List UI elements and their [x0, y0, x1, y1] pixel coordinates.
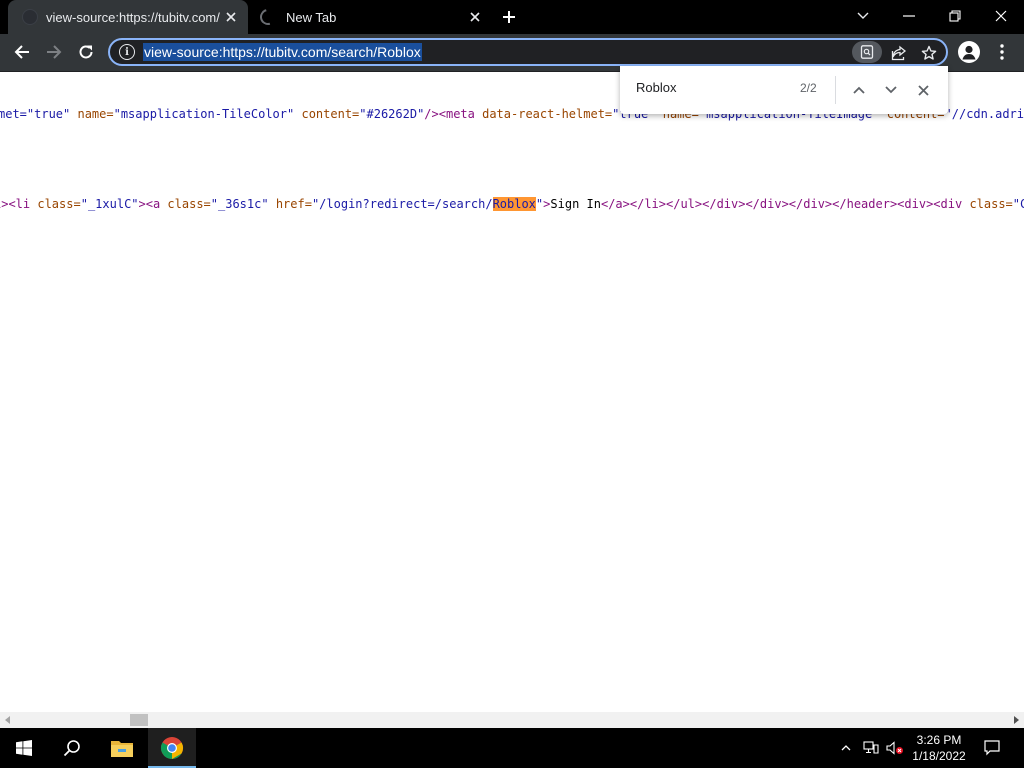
- tab-new-tab[interactable]: New Tab: [250, 0, 486, 34]
- star-icon[interactable]: [918, 42, 940, 64]
- horizontal-scrollbar[interactable]: [0, 712, 1024, 728]
- address-bar[interactable]: i view-source:https://tubitv.com/search/…: [108, 38, 948, 66]
- find-input[interactable]: Roblox: [636, 80, 676, 95]
- source-token: "msapplication-TileColor": [113, 107, 295, 121]
- reload-icon: [79, 45, 93, 59]
- page-search-icon[interactable]: [852, 41, 882, 63]
- close-tab-icon[interactable]: [220, 6, 242, 28]
- restore-button[interactable]: [932, 0, 978, 32]
- loading-spinner-icon: [257, 6, 279, 28]
- source-token: [269, 197, 276, 211]
- tab-title: view-source:https://tubitv.com/search/Ro…: [46, 9, 220, 25]
- source-line: i><li class="_1xulC"><a class="_36s1c" h…: [0, 196, 1024, 212]
- close-icon: [917, 84, 929, 96]
- forward-arrow-icon: [47, 45, 62, 59]
- windows-taskbar: 3:26 PM 1/18/2022: [0, 728, 1024, 768]
- find-bar: Roblox 2/2: [620, 66, 948, 114]
- volume-muted-icon[interactable]: [884, 728, 906, 768]
- find-divider: [835, 76, 836, 104]
- info-icon[interactable]: i: [119, 44, 135, 60]
- source-token: class=: [167, 197, 211, 211]
- source-token: class=: [969, 197, 1013, 211]
- find-previous-button[interactable]: [848, 79, 870, 101]
- scroll-right-arrow-icon[interactable]: [1011, 715, 1021, 725]
- chrome-taskbar-button[interactable]: [148, 728, 196, 768]
- show-hidden-icons-button[interactable]: [836, 728, 856, 768]
- notification-icon: [984, 740, 1000, 756]
- search-button[interactable]: [48, 728, 96, 768]
- source-token: content=: [301, 107, 360, 121]
- clock-time: 3:26 PM: [916, 733, 962, 747]
- taskbar-clock[interactable]: 3:26 PM 1/18/2022: [904, 732, 974, 764]
- tab-strip: view-source:https://tubitv.com/search/Ro…: [0, 0, 1024, 34]
- url-text[interactable]: view-source:https://tubitv.com/search/Ro…: [143, 43, 422, 61]
- source-token: class=: [37, 197, 81, 211]
- close-window-button[interactable]: [978, 0, 1024, 32]
- chevron-up-icon: [841, 745, 851, 751]
- source-token: "_1xulC": [80, 197, 139, 211]
- search-icon: [63, 740, 80, 757]
- source-token: href=: [275, 197, 312, 211]
- source-token: data-react-helmet=: [482, 107, 613, 121]
- tubi-favicon-icon: [22, 9, 38, 25]
- start-button[interactable]: [0, 728, 48, 768]
- tab-search-button[interactable]: [840, 0, 886, 32]
- scrollbar-thumb[interactable]: [130, 714, 148, 726]
- source-token: Sign In: [550, 197, 601, 211]
- back-arrow-icon: [14, 45, 29, 59]
- scroll-left-arrow-icon[interactable]: [3, 715, 13, 725]
- source-token: i><li: [0, 197, 31, 211]
- source-token: name=: [77, 107, 114, 121]
- chrome-icon: [161, 737, 183, 759]
- share-icon[interactable]: [888, 42, 910, 64]
- tab-view-source[interactable]: view-source:https://tubitv.com/search/Ro…: [8, 0, 248, 34]
- folder-icon: [111, 741, 133, 757]
- view-source-content[interactable]: met="true" name="msapplication-TileColor…: [0, 72, 1024, 712]
- source-token: ><a: [138, 197, 168, 211]
- clock-date: 1/18/2022: [912, 749, 966, 763]
- action-center-button[interactable]: [978, 728, 1006, 768]
- find-match-count: 2/2: [800, 81, 817, 95]
- source-token: "#26262D": [359, 107, 425, 121]
- source-token: "//cdn.adrise.tv/tubitv-assets/img/tubi_…: [944, 107, 1024, 121]
- find-next-button[interactable]: [880, 79, 902, 101]
- find-match-highlight: Roblox: [492, 197, 536, 211]
- close-tab-icon[interactable]: [464, 6, 486, 28]
- source-token: met="true": [0, 107, 71, 121]
- profile-icon[interactable]: [958, 41, 980, 63]
- windows-logo-icon: [16, 740, 32, 756]
- chevron-up-icon: [853, 86, 865, 94]
- find-close-button[interactable]: [912, 79, 934, 101]
- source-token: </a></li></ul></div></div></div></header…: [600, 197, 970, 211]
- file-explorer-button[interactable]: [98, 728, 146, 768]
- back-button[interactable]: [7, 37, 37, 67]
- source-token: "_36s1c": [210, 197, 269, 211]
- tab-title: New Tab: [286, 9, 337, 25]
- minimize-button[interactable]: [886, 0, 932, 32]
- reload-button[interactable]: [71, 37, 101, 67]
- forward-button[interactable]: [39, 37, 69, 67]
- source-token: "Co: [1012, 197, 1024, 211]
- network-icon[interactable]: [860, 728, 882, 768]
- kebab-menu-icon[interactable]: [990, 38, 1014, 66]
- new-tab-button[interactable]: [496, 4, 522, 30]
- chevron-down-icon: [885, 86, 897, 94]
- source-token: /><meta: [424, 107, 483, 121]
- source-token: /login?redirect=/search/: [319, 197, 493, 211]
